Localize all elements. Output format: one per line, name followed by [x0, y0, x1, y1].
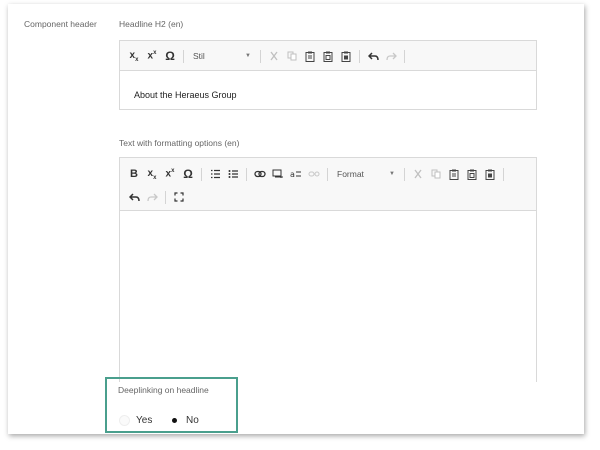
rich-text-editor[interactable]: B xx xx Ω a Format ▼ — [119, 157, 537, 382]
rich-text-toolbar: B xx xx Ω a Format ▼ — [119, 157, 537, 211]
deeplinking-yes-option[interactable]: Yes — [119, 415, 152, 426]
redo-icon[interactable] — [144, 189, 160, 205]
bullet-list-icon[interactable] — [225, 166, 241, 182]
format-dropdown-label: Format — [337, 169, 364, 179]
chevron-down-icon: ▼ — [389, 171, 395, 177]
svg-text:a: a — [290, 170, 295, 179]
headline-label: Headline H2 (en) — [119, 19, 184, 29]
yes-label: Yes — [136, 415, 153, 426]
toolbar-separator — [201, 167, 202, 181]
superscript-icon[interactable]: xx — [144, 48, 160, 64]
unlink-icon[interactable] — [306, 166, 322, 182]
subscript-icon[interactable]: xx — [144, 166, 160, 182]
paste-word-icon[interactable] — [338, 48, 354, 64]
toolbar-separator — [359, 49, 360, 63]
cut-icon[interactable] — [410, 166, 426, 182]
paste-word-icon[interactable] — [482, 166, 498, 182]
cut-icon[interactable] — [266, 48, 282, 64]
rich-text-toolbar-row-2 — [126, 189, 189, 205]
headline-toolbar: xx xx Ω Stil ▼ — [119, 40, 537, 71]
format-dropdown[interactable]: Format ▼ — [333, 166, 399, 182]
screenshot-canvas: Component header Headline H2 (en) xx xx … — [0, 0, 600, 450]
copy-icon[interactable] — [428, 166, 444, 182]
style-dropdown[interactable]: Stil ▼ — [189, 48, 255, 64]
anchor-icon[interactable]: a — [288, 166, 304, 182]
yes-radio[interactable] — [119, 415, 130, 426]
no-label: No — [186, 415, 199, 426]
deeplinking-no-option[interactable]: No — [169, 415, 199, 426]
rich-text-label: Text with formatting options (en) — [119, 138, 240, 148]
subscript-icon[interactable]: xx — [126, 48, 142, 64]
rich-text-toolbar-row-1: B xx xx Ω a Format ▼ — [126, 166, 509, 182]
toolbar-separator — [327, 167, 328, 181]
deeplinking-highlight: Deeplinking on headline Yes No — [105, 377, 238, 433]
bold-icon[interactable]: B — [126, 166, 142, 182]
toolbar-separator — [246, 167, 247, 181]
paste-icon[interactable] — [446, 166, 462, 182]
undo-icon[interactable] — [126, 189, 142, 205]
toolbar-separator — [260, 49, 261, 63]
maximize-icon[interactable] — [171, 189, 187, 205]
paste-icon[interactable] — [302, 48, 318, 64]
no-radio[interactable] — [169, 415, 180, 426]
undo-icon[interactable] — [365, 48, 381, 64]
component-label: Component header — [24, 19, 97, 29]
toolbar-separator — [503, 167, 504, 181]
chevron-down-icon: ▼ — [245, 53, 251, 59]
style-dropdown-label: Stil — [193, 51, 205, 61]
component-form-panel: Component header Headline H2 (en) xx xx … — [8, 4, 584, 434]
special-char-icon[interactable]: Ω — [180, 166, 196, 182]
deeplinking-label: Deeplinking on headline — [118, 385, 209, 395]
paste-text-icon[interactable] — [320, 48, 336, 64]
toolbar-separator — [404, 167, 405, 181]
toolbar-separator — [165, 190, 166, 204]
headline-editor[interactable]: xx xx Ω Stil ▼ About the Heraeus Group — [119, 40, 537, 110]
radio-selected-dot — [172, 418, 177, 423]
special-char-icon[interactable]: Ω — [162, 48, 178, 64]
headline-toolbar-row: xx xx Ω Stil ▼ — [126, 48, 410, 64]
toolbar-separator — [404, 49, 405, 63]
superscript-icon[interactable]: xx — [162, 166, 178, 182]
link-icon[interactable] — [252, 166, 268, 182]
headline-content[interactable]: About the Heraeus Group — [134, 90, 237, 100]
toolbar-separator — [183, 49, 184, 63]
paste-text-icon[interactable] — [464, 166, 480, 182]
insert-link-icon[interactable] — [270, 166, 286, 182]
redo-icon[interactable] — [383, 48, 399, 64]
copy-icon[interactable] — [284, 48, 300, 64]
numbered-list-icon[interactable] — [207, 166, 223, 182]
